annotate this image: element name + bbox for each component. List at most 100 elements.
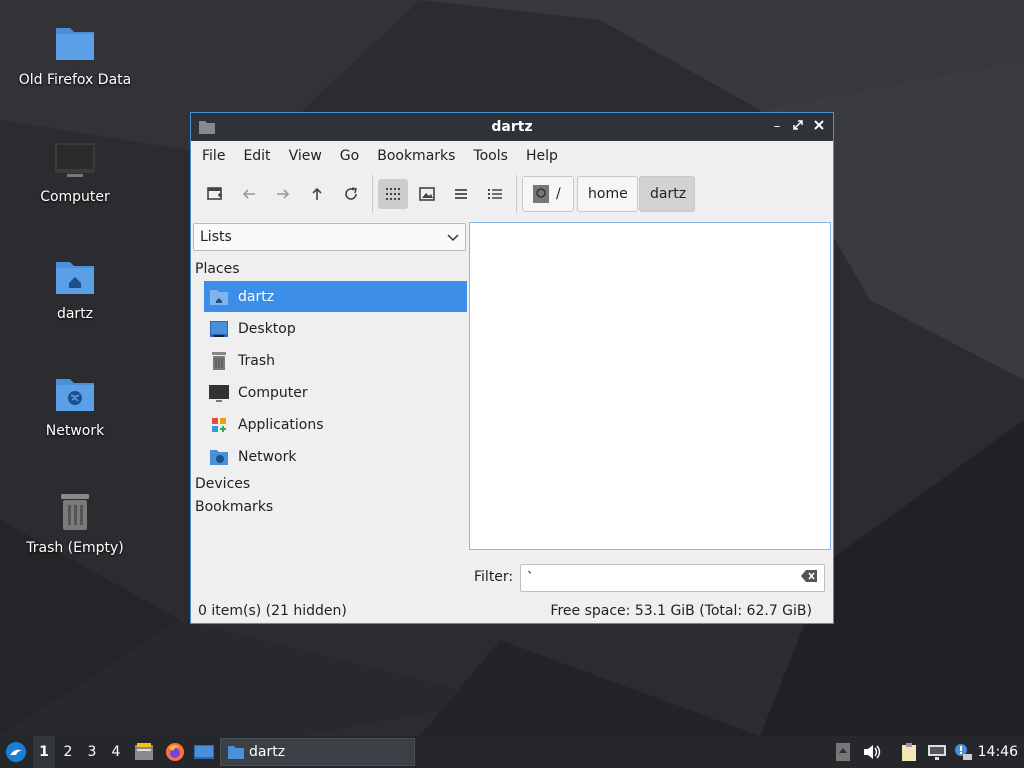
filter-input[interactable] [520, 564, 825, 592]
clock[interactable]: 14:46 [978, 736, 1018, 768]
place-dartz[interactable]: dartz [204, 281, 467, 312]
filter-label: Filter: [474, 569, 514, 585]
lubuntu-logo-icon [6, 742, 26, 762]
detailed-list-view-button[interactable] [480, 179, 510, 209]
update-notifier-icon [955, 744, 972, 760]
file-manager-icon [135, 743, 153, 760]
desktop-icon-trash[interactable]: Trash (Empty) [0, 490, 150, 556]
taskbar-window-dartz[interactable]: dartz [220, 738, 415, 766]
desktop-icon-label: dartz [56, 306, 94, 322]
desktop-icon-label: Trash (Empty) [26, 540, 124, 556]
trash-icon [61, 494, 89, 530]
breadcrumb-dartz[interactable]: dartz [639, 176, 695, 212]
breadcrumb-root-label: / [556, 186, 561, 202]
home-folder-icon [56, 262, 94, 294]
workspace-3[interactable]: 3 [81, 736, 103, 768]
up-icon [312, 187, 322, 200]
volume-button[interactable] [861, 736, 883, 768]
thumbnail-view-icon [419, 187, 435, 201]
applications-icon [212, 417, 226, 432]
menu-help[interactable]: Help [517, 148, 567, 164]
menu-tools[interactable]: Tools [464, 148, 517, 164]
firefox-launcher[interactable] [163, 736, 187, 768]
desktop-icon-computer[interactable]: Computer [0, 139, 150, 205]
side-pane-mode-select[interactable]: Lists [193, 223, 466, 251]
devices-heading[interactable]: Devices [195, 476, 250, 492]
menu-edit[interactable]: Edit [234, 148, 279, 164]
maximize-icon [793, 120, 803, 130]
network-icon [210, 449, 228, 465]
place-label: Desktop [238, 320, 296, 337]
desktop-icon-dartz[interactable]: dartz [0, 256, 150, 322]
file-manager-window: dartz – File Edit View Go Bookmarks Tool… [190, 112, 834, 624]
trash-icon [212, 351, 226, 370]
tray-expander[interactable] [834, 736, 852, 768]
places-heading[interactable]: Places [195, 261, 240, 277]
forward-icon [277, 189, 290, 199]
menu-bar: File Edit View Go Bookmarks Tools Help [191, 141, 833, 171]
workspace-2[interactable]: 2 [57, 736, 79, 768]
desktop-icon-network[interactable]: Network [0, 373, 150, 439]
drive-icon [533, 185, 549, 203]
update-notifier-button[interactable] [952, 736, 974, 768]
maximize-button[interactable] [789, 118, 807, 136]
file-manager-launcher[interactable] [132, 736, 156, 768]
place-label: Applications [238, 416, 324, 433]
reload-icon [345, 187, 357, 200]
new-tab-icon [207, 187, 222, 200]
place-label: Trash [238, 352, 275, 369]
place-label: Computer [238, 384, 308, 401]
window-title: dartz [491, 119, 533, 135]
place-network[interactable]: Network [204, 441, 467, 472]
breadcrumb-root[interactable]: / [522, 176, 574, 212]
compact-view-button[interactable] [446, 179, 476, 209]
reload-button[interactable] [336, 179, 366, 209]
icon-view-icon [386, 188, 400, 200]
application-menu-button[interactable] [2, 736, 30, 768]
back-button[interactable] [234, 179, 264, 209]
thumbnail-view-button[interactable] [412, 179, 442, 209]
clipboard-button[interactable] [898, 736, 920, 768]
menu-go[interactable]: Go [331, 148, 368, 164]
close-button[interactable] [810, 118, 828, 136]
desktop-icon-label: Old Firefox Data [18, 72, 132, 88]
show-desktop-launcher[interactable] [192, 736, 216, 768]
breadcrumb-label: dartz [650, 186, 687, 202]
place-trash[interactable]: Trash [204, 345, 467, 376]
status-free-space: Free space: 53.1 GiB (Total: 62.7 GiB) [550, 603, 812, 619]
file-list-pane[interactable] [469, 222, 831, 550]
desktop-icon-label: Network [45, 423, 105, 439]
clear-icon [801, 570, 817, 582]
place-applications[interactable]: Applications [204, 409, 467, 440]
icon-view-button[interactable] [378, 179, 408, 209]
toolbar-separator [372, 175, 373, 213]
desktop-icon-label: Computer [40, 189, 110, 205]
side-pane: Lists Places dartz Desktop Trash Compute… [191, 221, 468, 601]
place-desktop[interactable]: Desktop [204, 313, 467, 344]
place-computer[interactable]: Computer [204, 377, 467, 408]
forward-button[interactable] [268, 179, 298, 209]
workspace-1[interactable]: 1 [33, 736, 55, 768]
place-label: dartz [238, 288, 275, 305]
task-label: dartz [249, 744, 286, 760]
network-folder-icon [56, 379, 94, 411]
menu-view[interactable]: View [280, 148, 331, 164]
network-status-button[interactable] [926, 736, 948, 768]
side-pane-mode-value: Lists [200, 229, 232, 245]
menu-file[interactable]: File [193, 148, 234, 164]
workspace-4[interactable]: 4 [105, 736, 127, 768]
bookmarks-heading[interactable]: Bookmarks [195, 499, 273, 515]
toolbar: / home dartz [191, 171, 833, 219]
clear-filter-button[interactable] [801, 570, 817, 586]
up-button[interactable] [302, 179, 332, 209]
new-tab-button[interactable] [200, 179, 230, 209]
menu-bookmarks[interactable]: Bookmarks [368, 148, 464, 164]
firefox-icon [166, 743, 184, 761]
breadcrumb-home[interactable]: home [577, 176, 638, 212]
window-titlebar[interactable]: dartz – [191, 113, 833, 141]
minimize-button[interactable]: – [768, 118, 786, 136]
taskbar: 1 2 3 4 dartz 14:46 [0, 736, 1024, 768]
window-folder-icon [199, 121, 215, 134]
clipboard-icon [902, 743, 916, 761]
desktop-icon-old-firefox-data[interactable]: Old Firefox Data [0, 22, 150, 88]
